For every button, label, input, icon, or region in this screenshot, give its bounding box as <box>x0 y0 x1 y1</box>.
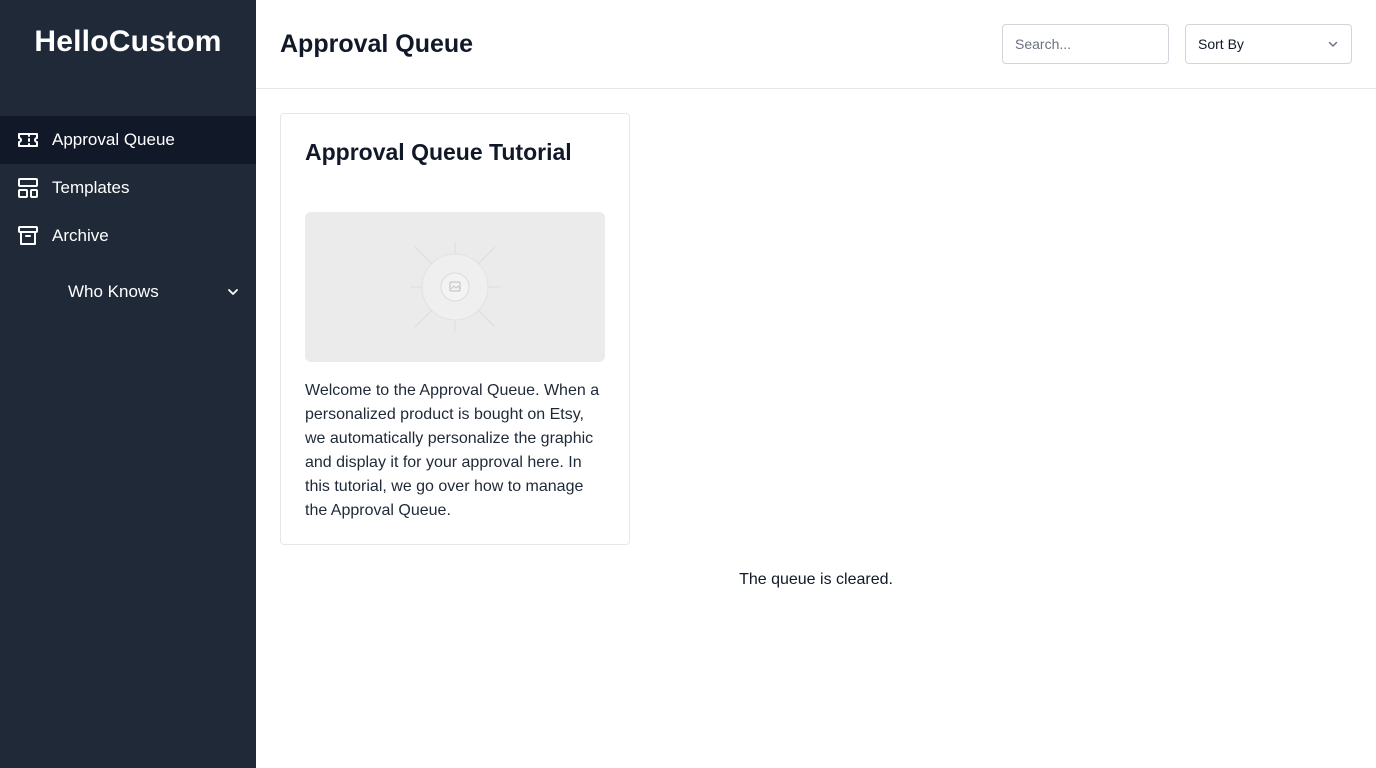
empty-queue-message: The queue is cleared. <box>739 571 893 588</box>
sidebar-item-approval-queue[interactable]: Approval Queue <box>0 116 256 164</box>
main-area: Approval Queue Sort By Approval Queue Tu… <box>256 0 1376 768</box>
card-title: Approval Queue Tutorial <box>305 139 572 165</box>
video-thumbnail[interactable] <box>305 212 605 362</box>
video-thumbnail-icon <box>410 242 500 332</box>
top-bar: Approval Queue Sort By <box>256 0 1376 89</box>
sort-by-select[interactable]: Sort By <box>1185 24 1352 64</box>
tutorial-card[interactable]: Approval Queue Tutorial Welcome to the A… <box>280 113 630 545</box>
chevron-down-icon <box>226 285 240 299</box>
header-controls: Sort By <box>1002 24 1352 64</box>
chevron-down-icon <box>1327 38 1339 50</box>
content-area: Approval Queue Tutorial Welcome to the A… <box>256 89 1376 588</box>
brand-logo[interactable]: HelloCustom <box>0 0 256 86</box>
sidebar: HelloCustom Approval Queue Templates Arc… <box>0 0 256 768</box>
card-description: Welcome to the Approval Queue. When a pe… <box>305 382 600 519</box>
sidebar-submenu-who-knows[interactable]: Who Knows <box>0 268 256 316</box>
search-input[interactable] <box>1002 24 1169 64</box>
archive-icon <box>16 224 40 248</box>
sidebar-item-label: Templates <box>52 178 130 197</box>
page-title: Approval Queue <box>280 29 474 58</box>
app-root: HelloCustom Approval Queue Templates Arc… <box>0 0 1376 768</box>
sidebar-item-templates[interactable]: Templates <box>0 164 256 212</box>
sidebar-item-label: Archive <box>52 226 109 245</box>
sidebar-nav: Approval Queue Templates Archive Who Kno… <box>0 116 256 316</box>
sidebar-item-archive[interactable]: Archive <box>0 212 256 260</box>
ticket-icon <box>16 128 40 152</box>
submenu-label: Who Knows <box>68 282 159 301</box>
sort-by-label: Sort By <box>1198 36 1244 52</box>
sidebar-item-label: Approval Queue <box>52 130 175 149</box>
templates-icon <box>16 176 40 200</box>
